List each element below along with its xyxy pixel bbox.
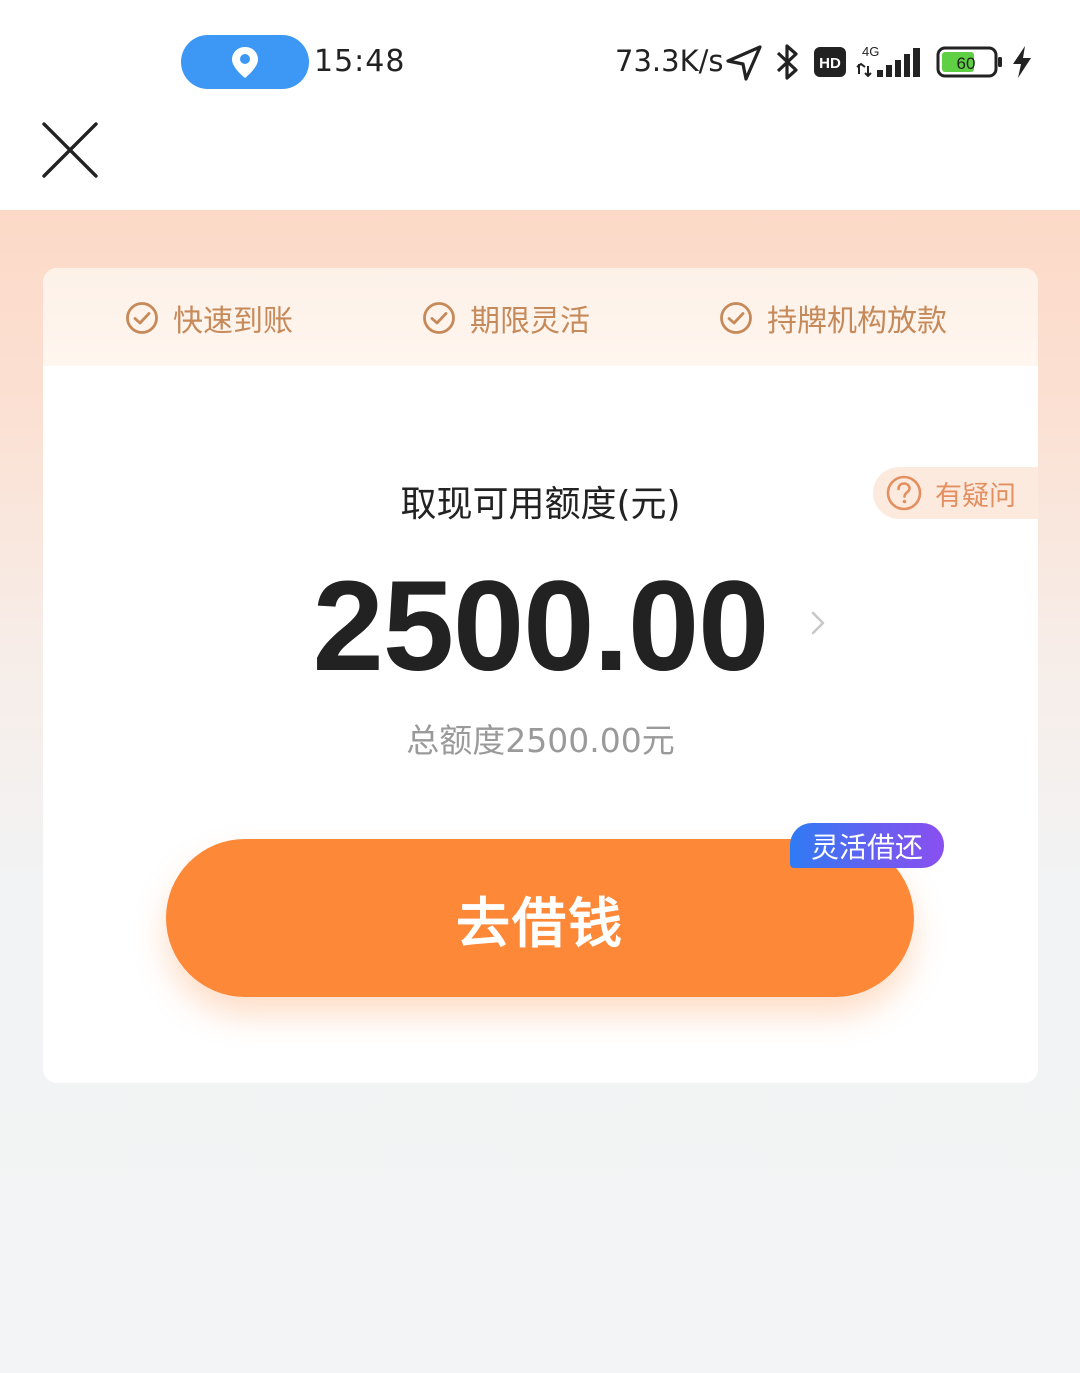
location-pin-icon [232, 47, 258, 78]
bluetooth-icon [776, 44, 798, 80]
total-quota: 总额度2500.00元 [406, 721, 675, 760]
top-nav [0, 110, 1080, 210]
feature-item: 期限灵活 [422, 298, 590, 339]
feature-label: 期限灵活 [470, 304, 590, 339]
hd-label: HD [819, 55, 841, 72]
available-quota-label: 取现可用额度(元) [400, 484, 681, 525]
check-circle-icon [720, 302, 752, 334]
close-button[interactable] [40, 120, 100, 188]
feature-item: 持牌机构放款 [719, 298, 947, 339]
chevron-right-icon[interactable] [810, 610, 826, 636]
feature-label: 持牌机构放款 [767, 304, 947, 339]
battery-icon: 60 [936, 46, 1002, 78]
location-indicator[interactable] [181, 35, 309, 89]
charging-icon [1013, 46, 1031, 78]
network-speed: 73.3K/s [615, 44, 724, 78]
navigation-icon [726, 45, 762, 81]
loan-card: 快速到账 期限灵活 持牌机构放款 有疑问 取现可用额度(元) 2500.00 总… [43, 268, 1038, 1083]
borrow-button-label: 去借钱 [456, 891, 624, 955]
available-amount[interactable]: 2500.00 [43, 553, 1038, 700]
feature-label: 快速到账 [173, 304, 293, 339]
battery-level: 60 [957, 54, 976, 73]
check-circle-icon [126, 302, 158, 334]
hd-icon: HD [814, 47, 846, 77]
feature-item: 快速到账 [125, 298, 293, 339]
feature-strip: 快速到账 期限灵活 持牌机构放款 [43, 268, 1038, 366]
status-time: 15:48 [314, 44, 406, 79]
close-icon [42, 122, 98, 178]
network-type-label: 4G [862, 44, 879, 59]
check-circle-icon [423, 302, 455, 334]
page: 15:48 73.3K/s HD 4G 60 快速到账 期限灵活 持牌机构放款 … [0, 0, 1080, 1373]
signal-icon: 4G [856, 44, 920, 78]
status-bar: 15:48 73.3K/s HD 4G 60 [0, 0, 1080, 110]
flexible-repayment-badge: 灵活借还 [790, 823, 944, 868]
